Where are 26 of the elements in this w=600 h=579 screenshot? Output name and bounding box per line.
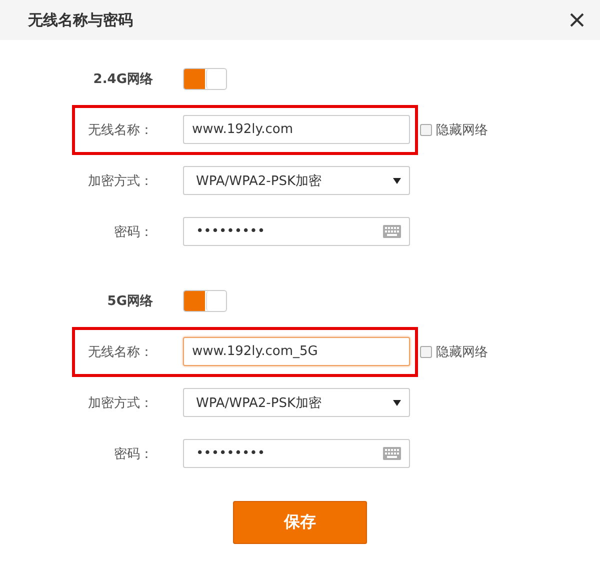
field-label: 密码：	[113, 446, 153, 462]
ssid-input[interactable]: www.192ly.com	[183, 115, 410, 144]
network-label: 5G网络	[106, 292, 153, 310]
toggle-switch[interactable]	[183, 290, 227, 312]
checkbox[interactable]	[420, 124, 432, 136]
password-input[interactable]: •••••••••	[183, 439, 410, 468]
keyboard-icon[interactable]	[383, 447, 401, 460]
field-label: 加密方式：	[87, 394, 153, 412]
password-input[interactable]: •••••••••	[183, 217, 410, 246]
toggle-switch[interactable]	[183, 68, 227, 90]
field-label: 加密方式：	[87, 172, 153, 190]
dialog-title: 无线名称与密码	[28, 10, 133, 30]
security-dropdown[interactable]: WPA/WPA2-PSK加密	[183, 388, 410, 417]
network-label: 2.4G网络	[92, 70, 153, 88]
dropdown-arrow-icon	[393, 400, 401, 406]
ssid-input[interactable]: www.192ly.com_5G	[183, 337, 410, 366]
field-label: 密码：	[113, 224, 153, 240]
field-label: 无线名称：	[87, 122, 153, 138]
checkbox-label: 隐藏网络	[436, 122, 488, 138]
checkbox[interactable]	[420, 346, 432, 358]
close-icon[interactable]	[570, 13, 584, 27]
checkbox-label: 隐藏网络	[436, 344, 488, 360]
field-label: 无线名称：	[87, 344, 153, 360]
security-dropdown[interactable]: WPA/WPA2-PSK加密	[183, 166, 410, 195]
keyboard-icon[interactable]	[383, 225, 401, 238]
dropdown-arrow-icon	[393, 178, 401, 184]
